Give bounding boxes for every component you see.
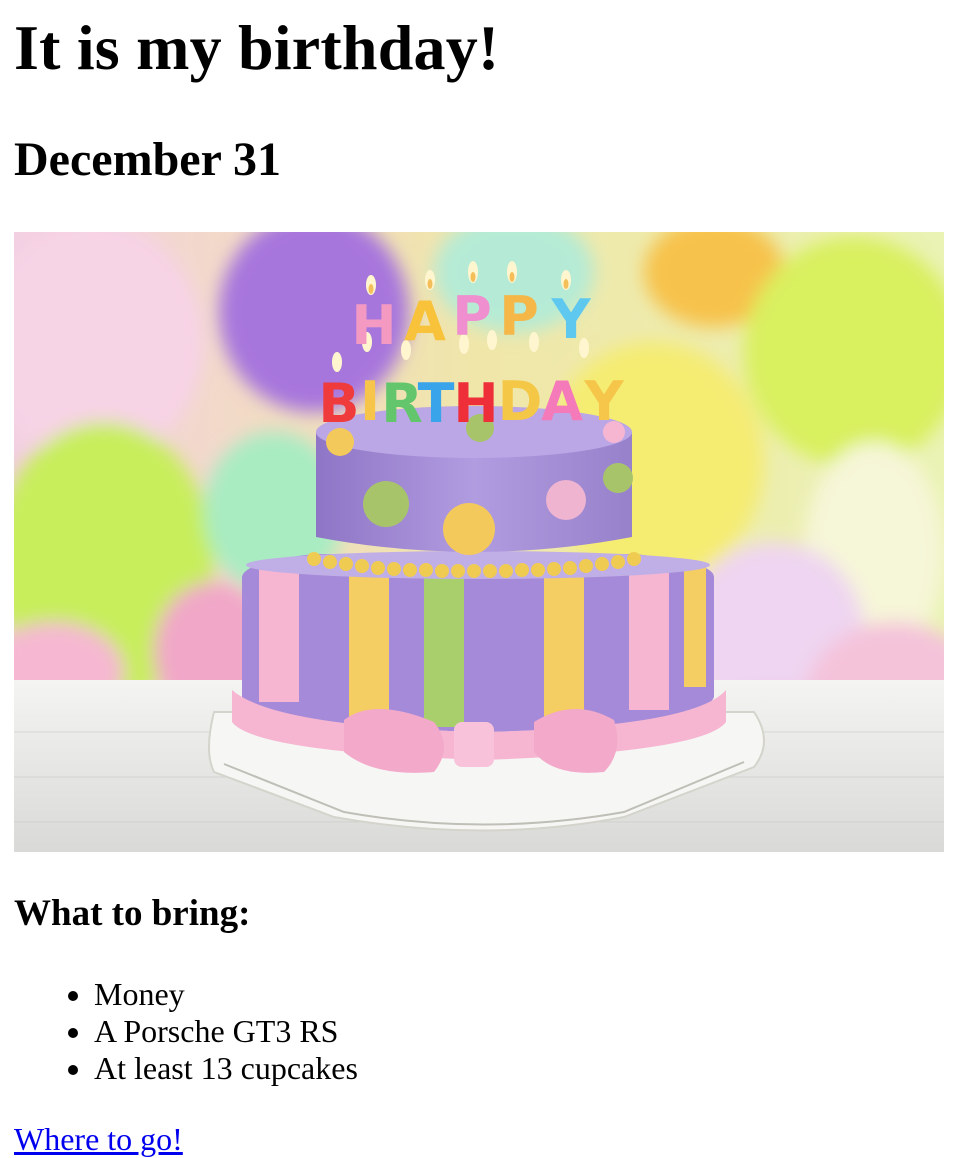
svg-text:D: D [498, 370, 543, 433]
svg-text:H: H [453, 372, 498, 435]
bottom-tier [232, 551, 726, 773]
birthday-cake-image: H A P P Y B I R T H D A Y [14, 232, 944, 852]
bring-heading: What to bring: [14, 893, 251, 934]
svg-text:Y: Y [583, 370, 624, 433]
page-title: It is my birthday! [14, 12, 500, 83]
list-item: Money [94, 976, 946, 1013]
svg-text:A: A [404, 290, 446, 353]
bring-list: Money A Porsche GT3 RS At least 13 cupca… [14, 976, 946, 1087]
svg-text:I: I [360, 370, 380, 433]
page: It is my birthday! December 31 H A P P Y… [0, 0, 960, 1158]
svg-text:R: R [381, 372, 423, 435]
event-date: December 31 [14, 133, 281, 186]
svg-text:B: B [318, 372, 359, 435]
svg-text:Y: Y [550, 288, 591, 351]
list-item: A Porsche GT3 RS [94, 1013, 946, 1050]
svg-text:T: T [418, 372, 455, 435]
svg-text:A: A [541, 370, 583, 433]
svg-text:H: H [351, 294, 396, 357]
list-item: At least 13 cupcakes [94, 1050, 946, 1087]
svg-text:P: P [452, 285, 492, 348]
where-to-go-link[interactable]: Where to go! [14, 1121, 183, 1158]
svg-text:P: P [499, 285, 539, 348]
